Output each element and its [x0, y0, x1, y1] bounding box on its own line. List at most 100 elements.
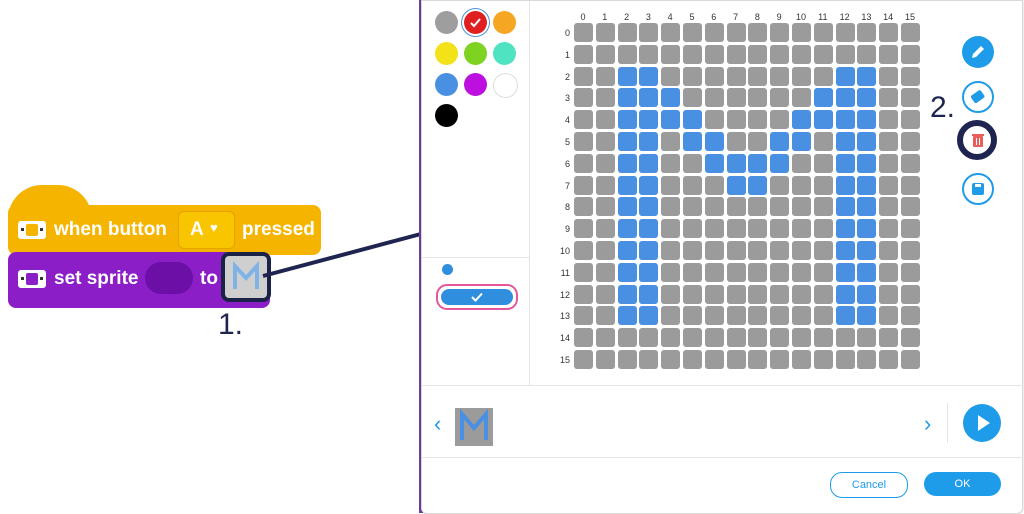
grid-pixel[interactable]: [574, 241, 593, 260]
grid-pixel[interactable]: [617, 153, 637, 173]
grid-pixel[interactable]: [595, 44, 615, 64]
grid-pixel[interactable]: [813, 66, 833, 86]
grid-pixel[interactable]: [835, 175, 855, 195]
grid-pixel[interactable]: [617, 197, 637, 217]
grid-pixel[interactable]: [595, 110, 615, 130]
grid-pixel[interactable]: [748, 153, 768, 173]
grid-pixel[interactable]: [683, 284, 702, 304]
grid-pixel[interactable]: [639, 219, 659, 239]
grid-pixel[interactable]: [901, 241, 920, 260]
grid-pixel[interactable]: [748, 175, 768, 195]
grid-pixel[interactable]: [748, 328, 768, 348]
grid-pixel[interactable]: [704, 175, 724, 195]
palette-swatch[interactable]: [435, 104, 458, 127]
grid-pixel[interactable]: [704, 153, 724, 173]
palette-swatch[interactable]: [464, 11, 487, 34]
grid-pixel[interactable]: [879, 23, 899, 42]
grid-pixel[interactable]: [813, 350, 833, 369]
grid-pixel[interactable]: [683, 132, 702, 151]
grid-pixel[interactable]: [748, 23, 768, 42]
grid-pixel[interactable]: [792, 328, 811, 348]
grid-pixel[interactable]: [857, 110, 877, 130]
grid-pixel[interactable]: [813, 284, 833, 304]
grid-pixel[interactable]: [835, 66, 855, 86]
grid-pixel[interactable]: [770, 153, 790, 173]
grid-pixel[interactable]: [748, 197, 768, 217]
grid-pixel[interactable]: [574, 110, 593, 130]
grid-pixel[interactable]: [748, 262, 768, 282]
grid-pixel[interactable]: [617, 23, 637, 42]
play-button[interactable]: [963, 404, 1001, 442]
grid-pixel[interactable]: [595, 262, 615, 282]
grid-pixel[interactable]: [617, 110, 637, 130]
grid-pixel[interactable]: [813, 88, 833, 108]
grid-pixel[interactable]: [857, 88, 877, 108]
grid-pixel[interactable]: [748, 306, 768, 326]
grid-pixel[interactable]: [704, 197, 724, 217]
grid-pixel[interactable]: [901, 262, 920, 282]
palette-swatch[interactable]: [464, 42, 487, 65]
grid-pixel[interactable]: [661, 328, 681, 348]
grid-pixel[interactable]: [857, 132, 877, 151]
grid-pixel[interactable]: [726, 262, 746, 282]
grid-pixel[interactable]: [704, 284, 724, 304]
grid-pixel[interactable]: [661, 110, 681, 130]
grid-pixel[interactable]: [726, 284, 746, 304]
grid-pixel[interactable]: [835, 262, 855, 282]
grid-pixel[interactable]: [639, 262, 659, 282]
button-dropdown[interactable]: A ♥: [178, 211, 235, 249]
grid-pixel[interactable]: [726, 328, 746, 348]
grid-pixel[interactable]: [879, 44, 899, 64]
grid-pixel[interactable]: [704, 219, 724, 239]
grid-pixel[interactable]: [726, 110, 746, 130]
grid-pixel[interactable]: [617, 306, 637, 326]
grid-pixel[interactable]: [901, 350, 920, 369]
cancel-button[interactable]: Cancel: [830, 472, 908, 498]
grid-pixel[interactable]: [726, 175, 746, 195]
grid-pixel[interactable]: [879, 175, 899, 195]
save-button[interactable]: [962, 173, 994, 205]
grid-pixel[interactable]: [595, 350, 615, 369]
grid-pixel[interactable]: [617, 88, 637, 108]
palette-swatch[interactable]: [493, 42, 516, 65]
grid-pixel[interactable]: [835, 219, 855, 239]
grid-pixel[interactable]: [879, 66, 899, 86]
grid-pixel[interactable]: [879, 88, 899, 108]
grid-pixel[interactable]: [726, 44, 746, 64]
grid-pixel[interactable]: [857, 328, 877, 348]
palette-swatch[interactable]: [435, 11, 458, 34]
grid-pixel[interactable]: [813, 153, 833, 173]
grid-pixel[interactable]: [792, 44, 811, 64]
grid-pixel[interactable]: [574, 153, 593, 173]
grid-pixel[interactable]: [770, 175, 790, 195]
grid-pixel[interactable]: [813, 306, 833, 326]
grid-pixel[interactable]: [726, 66, 746, 86]
grid-pixel[interactable]: [661, 241, 681, 260]
grid-pixel[interactable]: [639, 132, 659, 151]
grid-pixel[interactable]: [879, 132, 899, 151]
grid-pixel[interactable]: [595, 197, 615, 217]
grid-pixel[interactable]: [574, 350, 593, 369]
grid-pixel[interactable]: [901, 175, 920, 195]
grid-pixel[interactable]: [595, 328, 615, 348]
grid-pixel[interactable]: [835, 88, 855, 108]
grid-pixel[interactable]: [661, 306, 681, 326]
grid-pixel[interactable]: [595, 241, 615, 260]
prev-frame-button[interactable]: ‹: [434, 411, 441, 437]
grid-pixel[interactable]: [770, 23, 790, 42]
grid-pixel[interactable]: [835, 241, 855, 260]
grid-pixel[interactable]: [574, 262, 593, 282]
grid-pixel[interactable]: [879, 350, 899, 369]
grid-pixel[interactable]: [792, 241, 811, 260]
grid-pixel[interactable]: [770, 284, 790, 304]
grid-pixel[interactable]: [595, 153, 615, 173]
grid-pixel[interactable]: [901, 23, 920, 42]
pencil-tool-button[interactable]: [962, 36, 994, 68]
grid-pixel[interactable]: [857, 23, 877, 42]
grid-pixel[interactable]: [574, 132, 593, 151]
grid-pixel[interactable]: [857, 241, 877, 260]
grid-pixel[interactable]: [661, 284, 681, 304]
grid-pixel[interactable]: [639, 306, 659, 326]
grid-pixel[interactable]: [683, 219, 702, 239]
grid-pixel[interactable]: [901, 197, 920, 217]
